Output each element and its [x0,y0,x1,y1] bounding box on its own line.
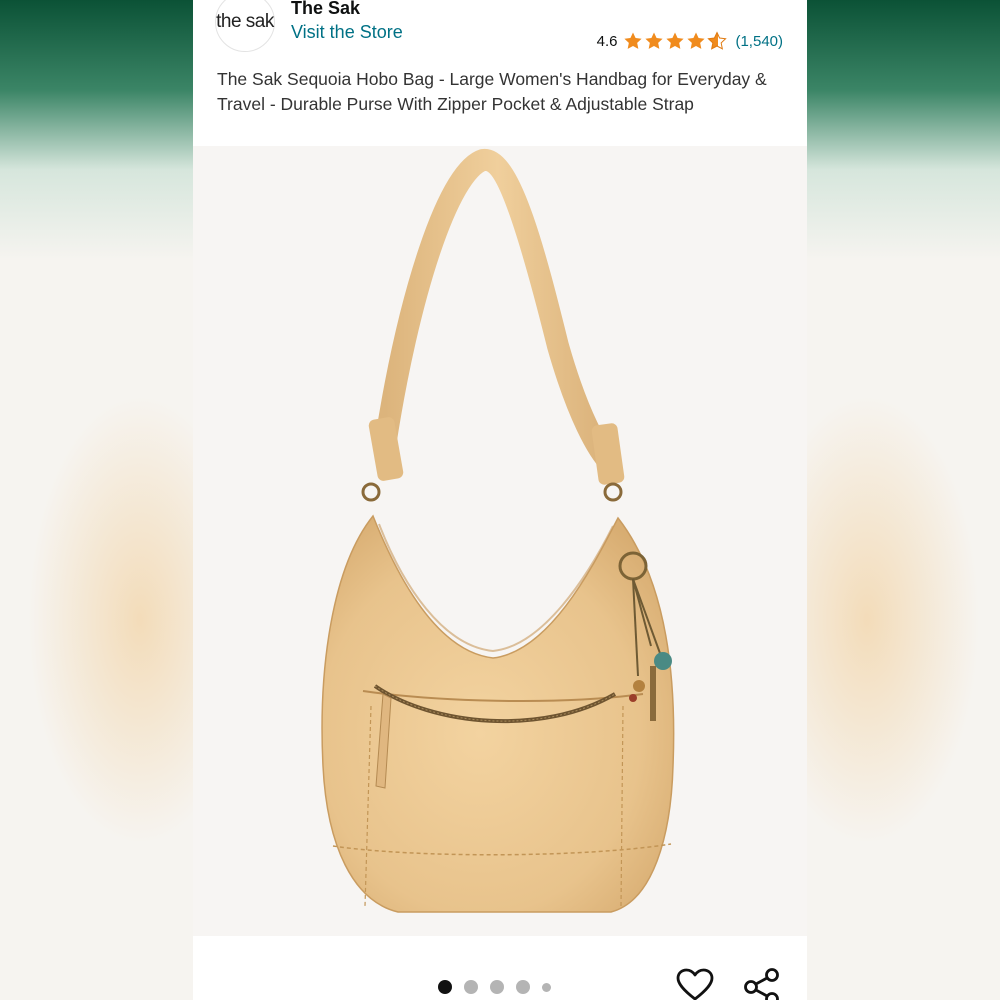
half-star-icon [707,31,728,50]
star-icon [687,32,706,49]
gallery-dot[interactable] [516,980,530,994]
visit-store-link[interactable]: Visit the Store [291,22,403,43]
rating-value: 4.6 [596,32,618,50]
share-icon[interactable] [743,968,781,1000]
gallery-dot-active[interactable] [438,980,452,994]
brand-logo-text: the sak [216,11,274,32]
gallery-dot[interactable] [490,980,504,994]
star-rating [623,31,728,51]
product-card: the sak The Sak Visit the Store 4.6 (1,5… [193,0,807,1000]
star-icon [666,32,685,49]
gallery-dot[interactable] [542,982,551,992]
product-image[interactable] [193,146,807,936]
star-icon [624,32,643,49]
rating-summary[interactable]: 4.6 (1,540) [597,31,783,51]
star-icon [645,32,664,49]
gallery-pagination[interactable] [438,980,551,994]
handbag-illustration [321,149,675,913]
heart-icon[interactable] [676,968,714,1000]
brand-logo[interactable]: the sak [215,0,275,52]
product-header: the sak The Sak Visit the Store 4.6 (1,5… [193,0,807,145]
product-title: The Sak Sequoia Hobo Bag - Large Women's… [217,69,767,114]
background-blur-right [807,0,1000,1000]
brand-name: The Sak [291,0,361,18]
image-footer [193,936,807,1000]
gallery-dot[interactable] [464,980,478,994]
rating-count: (1,540) [735,32,783,50]
background-blur-left [0,0,193,1000]
